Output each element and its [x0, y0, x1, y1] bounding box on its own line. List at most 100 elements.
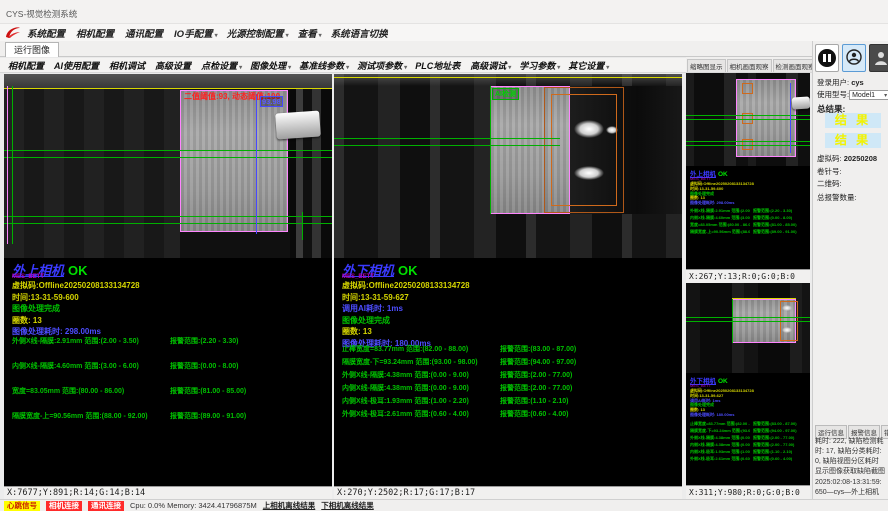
virtual-code-label: 虚拟码:	[817, 154, 842, 163]
toolbar-item-label: 图像处理	[250, 61, 286, 71]
needle-row: 卷针号:	[817, 166, 842, 177]
menu-item-label: 查看	[298, 29, 317, 40]
toolbar-item[interactable]: PLC地址表	[415, 59, 462, 72]
overlay-line	[686, 321, 810, 322]
measurement-row: 止棒宽度=83.77mm 范围:(82.00 - 88.00) 报警范围:(83…	[342, 344, 678, 357]
overlay-line	[686, 119, 810, 120]
camera-view-upper: 二值阈值:93, 动态阈值:100 93.98 外上相机OK MES_BETT …	[4, 74, 332, 499]
operator-button[interactable]	[869, 44, 888, 72]
chevron-down-icon: ▾	[557, 65, 560, 71]
chevron-down-icon: ▾	[239, 65, 242, 71]
toolbar-item[interactable]: 高级设置	[155, 59, 193, 72]
menu-item[interactable]: IO手配置▾	[174, 26, 218, 40]
toolbar-item[interactable]: AI使用配置	[54, 59, 101, 72]
chevron-down-icon: ▾	[508, 65, 511, 71]
model-select[interactable]: Model1	[849, 90, 888, 100]
toolbar-item[interactable]: 高级调试▾	[470, 59, 511, 72]
overlay-band	[4, 74, 332, 88]
toolbar-item-label: 点检设置	[201, 61, 237, 71]
camera-image-lower[interactable]: AI检测	[334, 74, 682, 258]
measure-line	[256, 94, 257, 234]
pause-icon	[818, 49, 836, 67]
chevron-down-icon: ▾	[346, 65, 349, 71]
toolbar-item[interactable]: 点检设置▾	[201, 59, 242, 72]
model-row: 使用型号:Model1	[817, 89, 888, 100]
info-line: 时间:13-31-59-627	[342, 292, 470, 304]
toolbar-item-label: 测试项参数	[357, 61, 402, 71]
login-user-row: 登录用户: cys	[817, 77, 864, 88]
toolbar-item[interactable]: 相机调试	[109, 59, 147, 72]
main-area: 二值阈值:93, 动态阈值:100 93.98 外上相机OK MES_BETT …	[0, 73, 812, 499]
overlay-line	[302, 212, 303, 240]
result-box-lower: 结 果	[825, 133, 881, 148]
measure-line	[790, 83, 791, 153]
alarm-range: 报警范围:(83.00 - 87.00)	[494, 344, 576, 357]
menu-item[interactable]: 光源控制配置▾	[227, 26, 289, 40]
status-badge: OK	[398, 263, 418, 278]
toolbar-item[interactable]: 测试项参数▾	[357, 59, 407, 72]
info-line: 虚拟码:Offline20250208133134728	[342, 280, 470, 292]
menu-item-label: 系统配置	[27, 29, 65, 40]
pause-button[interactable]	[815, 44, 839, 72]
measurement-value: 内侧X线-极耳:1.93mm 范围:(1.00 - 2.20)	[342, 396, 494, 409]
pixel-coordinates-bar: X:7677;Y:891;R:14;G:14;B:14	[4, 486, 332, 499]
menu-item[interactable]: 查看▾	[298, 26, 322, 40]
toolbar-item-label: 其它设置	[568, 61, 604, 71]
info-line: 图像处理完成	[12, 303, 140, 315]
model-label: 使用型号:	[817, 90, 849, 99]
toolbar: 相机配置 AI使用配置 相机调试 高级设置 点检设置▾ 图像处理▾ 基准线参数▾…	[0, 57, 686, 73]
toolbar-item-label: 基准线参数	[299, 61, 344, 71]
tab-run-image[interactable]: 运行图像	[5, 42, 59, 57]
measurement-value: 外侧X线-隔膜:4.38mm 范围:(0.00 - 9.00)	[342, 370, 494, 383]
width-label: 93.98	[260, 96, 283, 107]
info-line: 时间:13-31-59-600	[12, 292, 140, 304]
info-line: 调用AI耗时: 1ms	[342, 303, 470, 315]
qr-row: 二维码:	[817, 178, 842, 189]
control-buttons	[815, 44, 888, 72]
camera-image-upper[interactable]: 二值阈值:93, 动态阈值:100 93.98	[4, 74, 332, 258]
upper-camera-result-link[interactable]: 上相机离线结果	[263, 500, 316, 511]
menu-item[interactable]: 系统配置	[27, 26, 67, 40]
overlay-band	[334, 74, 682, 86]
overlay-line	[686, 141, 810, 142]
menu-item[interactable]: 相机配置	[76, 26, 116, 40]
menu-item[interactable]: 系统语言切换	[331, 26, 390, 40]
info-line: 圈数: 13	[12, 315, 140, 327]
measurement-list: 止棒宽度=83.77mm 范围:(82.00 - 88.00) 报警范围:(83…	[342, 344, 678, 422]
menu-item[interactable]: 通讯配置	[125, 26, 165, 40]
mini-camera-image-lower[interactable]	[686, 283, 810, 373]
measurement-row: 隔膜宽度-下=93.24mm 范围:(93.00 - 98.00) 报警范围:(…	[342, 357, 678, 370]
measurement-value: 宽度=83.05mm 范围:(80.00 - 86.00)	[12, 386, 164, 411]
status-badge: OK	[68, 263, 88, 278]
user-button[interactable]	[842, 44, 866, 72]
measurement-row: 宽度=83.05mm 范围:(80.00 - 86.00) 报警范围:(81.0…	[12, 386, 328, 411]
status-bar: 心跳信号 相机连接 通讯连接 Cpu: 0.0% Memory: 3424.41…	[0, 499, 888, 511]
toolbar-item[interactable]: 其它设置▾	[568, 59, 609, 72]
side-panel: 登录用户: cys 使用型号:Model1 总结果: 结 果 结 果 虚拟码: …	[812, 41, 888, 499]
measurement-value: 止棒宽度=83.77mm 范围:(82.00 - 88.00)	[342, 344, 494, 357]
overlay-line	[686, 317, 810, 318]
overlay-line	[4, 157, 332, 158]
mini-camera-image-upper[interactable]	[686, 73, 810, 166]
toolbar-item[interactable]: 基准线参数▾	[299, 59, 349, 72]
alarm-count-row: 总报警数量:	[817, 192, 857, 203]
toolbar-item[interactable]: 相机配置	[8, 59, 46, 72]
alarm-range: 报警范围:(94.00 - 97.00)	[494, 357, 576, 370]
tab-strip: 运行图像	[0, 41, 812, 57]
toolbar-item-label: PLC地址表	[415, 61, 460, 71]
mini-view-tab[interactable]: 检测画面观察	[773, 59, 818, 72]
toolbar-item[interactable]: 图像处理▾	[250, 59, 291, 72]
login-user-value: cys	[851, 78, 864, 87]
toolbar-item[interactable]: 学习参数▾	[519, 59, 560, 72]
mini-view-tab[interactable]: 相机画面观察	[727, 59, 772, 72]
chevron-down-icon: ▾	[606, 65, 609, 71]
measurement-list: 外侧X线-隔膜:2.91mm 范围:(2.00 - 3.50)报警范围:(2.2…	[690, 208, 809, 236]
menu-item-label: 光源控制配置	[227, 29, 284, 40]
overlay-line	[4, 223, 332, 224]
lower-camera-result-link[interactable]: 下相机离线结果	[321, 500, 374, 511]
mini-view-tab[interactable]: 缩略图显示	[687, 59, 726, 72]
overlay-line	[4, 88, 332, 89]
menu-item-label: 相机配置	[76, 29, 114, 40]
mini-view-tabs: 缩略图显示 相机画面观察 检测画面观察	[686, 57, 812, 73]
alarm-range: 报警范围:(2.20 - 3.30)	[164, 336, 238, 361]
